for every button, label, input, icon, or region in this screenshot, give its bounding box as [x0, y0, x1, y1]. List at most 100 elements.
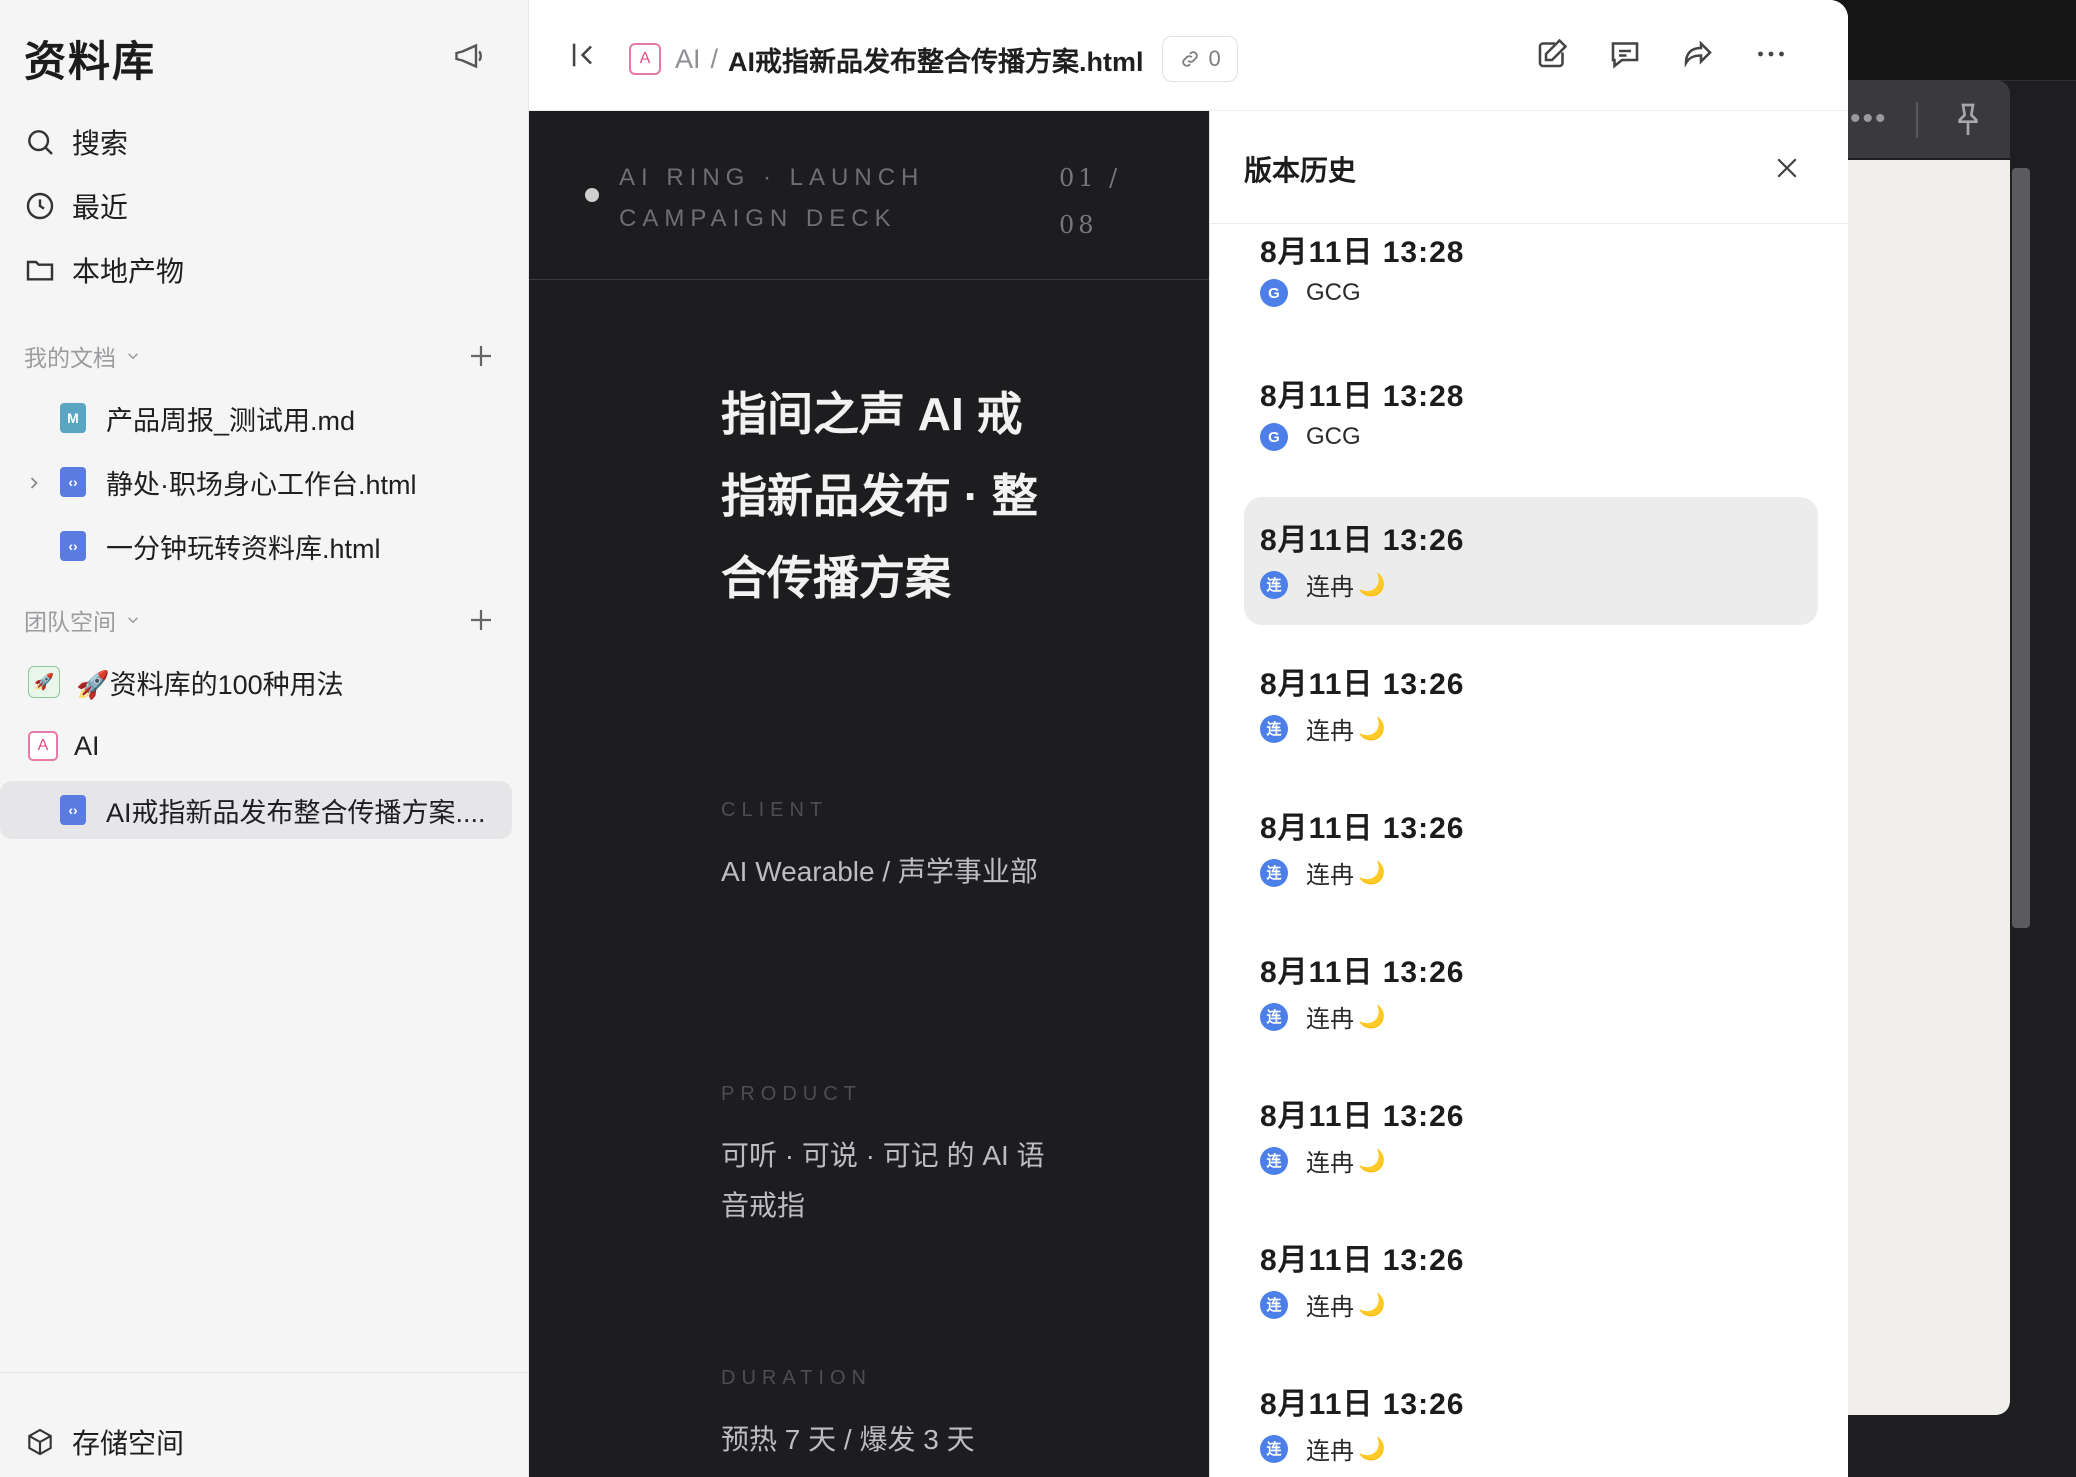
- version-time: 8月11日 13:28: [1260, 380, 1465, 413]
- version-time: 8月11日 13:26: [1260, 668, 1465, 701]
- version-item[interactable]: 8月11日 13:26 连 连冉 🌙: [1244, 641, 1818, 769]
- section-my-docs-label: 我的文档: [24, 345, 116, 371]
- storage-button[interactable]: 存储空间: [24, 1417, 184, 1467]
- version-author: 连 连冉 🌙: [1260, 1431, 1385, 1466]
- close-icon[interactable]: [1772, 153, 1802, 183]
- avatar: G: [1260, 279, 1288, 307]
- edit-icon[interactable]: [1534, 36, 1570, 72]
- breadcrumb-doc-title[interactable]: AI戒指新品发布整合传播方案.html: [728, 40, 1144, 79]
- nav-recent-label: 最近: [72, 192, 129, 223]
- chevron-right-icon[interactable]: [24, 473, 44, 493]
- space-item-100-uses[interactable]: 🚀 🚀资料库的100种用法: [28, 653, 344, 711]
- avatar: 连: [1260, 1434, 1288, 1463]
- version-author-name: 连冉: [1306, 1150, 1354, 1177]
- version-author: 连 连冉 🌙: [1260, 855, 1385, 890]
- document-preview[interactable]: AI RING · LAUNCH CAMPAIGN DECK 01 / 08 指…: [529, 111, 1209, 1477]
- more-options-icon[interactable]: [1753, 36, 1789, 72]
- version-list[interactable]: 8月11日 13:28 G GCG 8月11日 13:28 G GCG 8月11…: [1210, 224, 1848, 1477]
- background-window-toolbar: •••: [1820, 80, 2010, 158]
- version-author-name: 连冉: [1306, 718, 1354, 745]
- cube-icon: [28, 1428, 52, 1456]
- version-history-title: 版本历史: [1244, 155, 1357, 186]
- add-team-space-button[interactable]: [466, 605, 496, 635]
- section-team-space-label: 团队空间: [24, 609, 116, 635]
- link-icon: [1181, 51, 1198, 67]
- comment-icon[interactable]: [1607, 36, 1643, 72]
- html-file-icon: ‹›: [60, 467, 86, 497]
- doc-item-workspace[interactable]: ‹› 静处·职场身心工作台.html: [60, 453, 417, 511]
- version-author: G GCG: [1260, 279, 1361, 307]
- nav-search-label: 搜索: [72, 128, 129, 159]
- more-icon[interactable]: •••: [1850, 102, 1888, 136]
- breadcrumb-space[interactable]: AI: [675, 44, 701, 75]
- field-value-duration: 预热 7 天 / 爆发 3 天: [721, 1424, 975, 1455]
- backlink-count-button[interactable]: 0: [1161, 36, 1238, 82]
- section-team-space[interactable]: 团队空间: [24, 600, 142, 640]
- chevron-down-icon: [127, 353, 139, 360]
- space-item-ai[interactable]: A AI: [28, 717, 100, 775]
- moon-icon: 🌙: [1358, 1003, 1386, 1029]
- version-time: 8月11日 13:26: [1260, 1100, 1465, 1133]
- version-item[interactable]: 8月11日 13:26 连 连冉 🌙: [1244, 785, 1818, 913]
- app-window: 资料库 搜索 最近 本地产物 我的文档 M 产品周报_测试用.md ‹› 静处·…: [0, 0, 1848, 1477]
- add-my-doc-button[interactable]: [466, 341, 496, 371]
- nav-local-artifacts[interactable]: 本地产物: [24, 245, 184, 295]
- html-file-icon: ‹›: [60, 795, 86, 825]
- doc-item-label: AI戒指新品发布整合传播方案....: [106, 797, 486, 828]
- ai-badge-icon: A: [28, 731, 58, 761]
- deck-page-number: 01 / 08: [1059, 164, 1122, 239]
- doc-item-ai-ring-plan[interactable]: ‹› AI戒指新品发布整合传播方案....: [0, 781, 512, 839]
- avatar: 连: [1260, 1146, 1288, 1175]
- avatar: 连: [1260, 714, 1288, 743]
- version-item[interactable]: 8月11日 13:26 连 连冉 🌙: [1244, 1361, 1818, 1477]
- field-value-product: 可听 · 可说 · 可记 的 AI 语音戒指: [721, 1140, 1045, 1221]
- version-author: 连 连冉 🌙: [1260, 711, 1385, 746]
- doc-item-label: 产品周报_测试用.md: [106, 405, 356, 436]
- background-scrollbar[interactable]: [2012, 168, 2030, 928]
- avatar: G: [1260, 423, 1288, 451]
- space-item-label: 🚀资料库的100种用法: [76, 669, 344, 700]
- search-icon: [28, 130, 53, 155]
- version-author-name: 连冉: [1306, 862, 1354, 889]
- doc-item-label: 一分钟玩转资料库.html: [106, 533, 381, 564]
- deck-label: AI RING · LAUNCH CAMPAIGN DECK: [619, 164, 925, 232]
- version-author: G GCG: [1260, 423, 1361, 451]
- share-icon[interactable]: [1680, 36, 1716, 72]
- version-author-name: 连冉: [1306, 1438, 1354, 1465]
- sidebar: 资料库 搜索 最近 本地产物 我的文档 M 产品周报_测试用.md ‹› 静处·…: [0, 0, 529, 1477]
- breadcrumb: A AI / AI戒指新品发布整合传播方案.html 0: [629, 36, 1238, 82]
- doc-item-product-weekly[interactable]: M 产品周报_测试用.md: [60, 389, 355, 447]
- version-author-name: 连冉: [1306, 1006, 1354, 1033]
- nav-recent[interactable]: 最近: [24, 181, 128, 231]
- background-document-page: [1845, 160, 2010, 1415]
- version-item[interactable]: 8月11日 13:26 连 连冉 🌙: [1244, 929, 1818, 1057]
- version-time: 8月11日 13:26: [1260, 524, 1465, 557]
- avatar: 连: [1260, 858, 1288, 887]
- version-item[interactable]: 8月11日 13:28 G GCG: [1244, 224, 1818, 337]
- html-file-icon: ‹›: [60, 531, 86, 561]
- app-title: 资料库: [24, 38, 157, 85]
- collapse-sidebar-icon[interactable]: [567, 38, 601, 72]
- version-time: 8月11日 13:26: [1260, 812, 1465, 845]
- section-my-docs[interactable]: 我的文档: [24, 336, 142, 376]
- pin-icon[interactable]: [1948, 100, 1988, 140]
- version-history-panel: 版本历史 8月11日 13:28 G GCG 8月11日 13:28 G GCG…: [1209, 111, 1848, 1477]
- version-item[interactable]: 8月11日 13:26 连 连冉 🌙: [1244, 1073, 1818, 1201]
- announcement-icon[interactable]: [452, 38, 488, 74]
- version-item[interactable]: 8月11日 13:26 连 连冉 🌙: [1244, 1217, 1818, 1345]
- moon-icon: 🌙: [1358, 1147, 1386, 1173]
- version-history-header: 版本历史: [1210, 111, 1848, 224]
- version-author-name: 连冉: [1306, 574, 1354, 601]
- version-author: 连 连冉 🌙: [1260, 567, 1385, 602]
- doc-item-one-minute-guide[interactable]: ‹› 一分钟玩转资料库.html: [60, 517, 381, 575]
- field-label-duration: DURATION: [721, 1367, 872, 1389]
- version-time: 8月11日 13:26: [1260, 1388, 1465, 1421]
- nav-search[interactable]: 搜索: [24, 117, 128, 167]
- sidebar-footer: 存储空间: [0, 1372, 528, 1477]
- version-author-name: GCG: [1306, 279, 1361, 306]
- doc-item-label: 静处·职场身心工作台.html: [106, 469, 417, 500]
- version-item[interactable]: 8月11日 13:28 G GCG: [1244, 353, 1818, 481]
- version-time: 8月11日 13:26: [1260, 1244, 1465, 1277]
- version-item-selected[interactable]: 8月11日 13:26 连 连冉 🌙: [1244, 497, 1818, 625]
- chevron-down-icon: [127, 617, 139, 624]
